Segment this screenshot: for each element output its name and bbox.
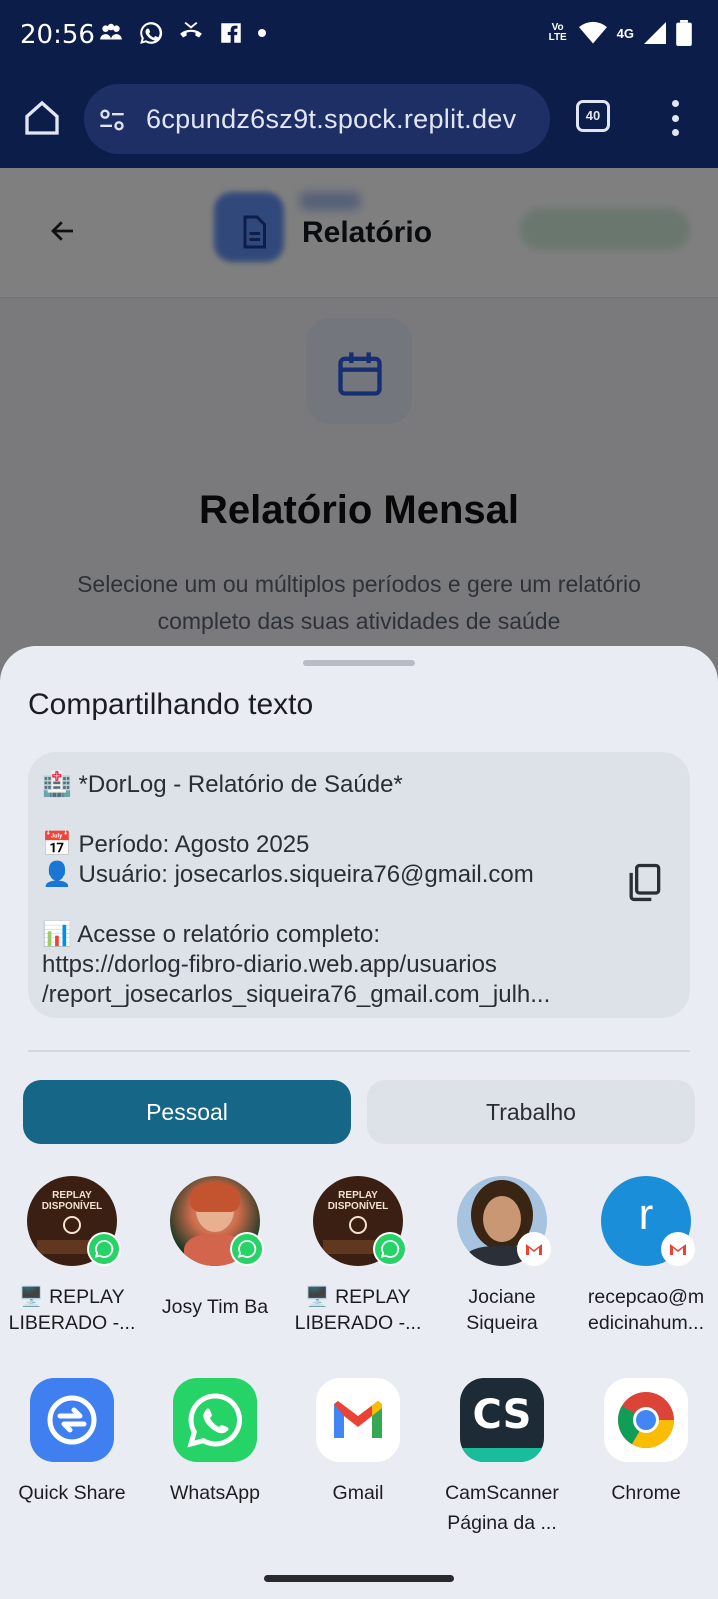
browser-toolbar: 6cpundz6sz9t.spock.replit.dev 40 (0, 70, 718, 168)
whatsapp-icon (140, 22, 163, 44)
app-name-line2: Página da ... (447, 1512, 557, 1534)
site-settings-icon[interactable] (98, 106, 126, 134)
facebook-icon (221, 23, 241, 43)
home-icon[interactable] (22, 98, 62, 138)
notification-icons (98, 20, 266, 46)
target-name: 🖥️ REPLAY (305, 1286, 411, 1308)
preview-line: https://dorlog-fibro-diario.web.app/usua… (42, 951, 497, 978)
gesture-navigation-bar[interactable] (264, 1575, 454, 1582)
tab-personal[interactable]: Pessoal (23, 1080, 351, 1144)
camscanner-logo-text: CS (472, 1392, 532, 1438)
play-icon (349, 1216, 367, 1234)
target-name: Jociane (468, 1286, 536, 1308)
status-time: 20:56 (20, 20, 95, 50)
share-sheet: Compartilhando texto 🏥 *DorLog - Relatór… (0, 646, 718, 1599)
browser-menu-icon[interactable] (664, 100, 686, 136)
address-bar[interactable]: 6cpundz6sz9t.spock.replit.dev (84, 84, 550, 154)
drag-handle[interactable] (303, 660, 415, 666)
whatsapp-icon (173, 1378, 257, 1462)
shared-text-preview: 🏥 *DorLog - Relatório de Saúde* 📅 Períod… (28, 752, 690, 1018)
target-name: recepcao@m (587, 1286, 705, 1308)
group-icon (100, 23, 122, 40)
target-name-line2: Siqueira (466, 1312, 538, 1334)
gmail-icon (316, 1378, 400, 1462)
quick-share-icon (30, 1378, 114, 1462)
more-notifications-dot (258, 29, 266, 37)
target-name: Josy Tim Ba (161, 1296, 269, 1318)
avatar-text: REPLAY DISPONÍVEL (327, 1190, 389, 1212)
preview-line: 🏥 *DorLog - Relatório de Saúde* (42, 771, 403, 798)
system-icons: Vo LTE 4G (547, 20, 692, 46)
status-bar: 20:56 Vo LTE 4G (0, 0, 718, 70)
gmail-badge-icon (661, 1232, 695, 1266)
preview-line: /report_josecarlos_siqueira76_gmail.com_… (42, 981, 551, 1008)
avatar-text: REPLAY DISPONÍVEL (41, 1190, 103, 1212)
share-sheet-title: Compartilhando texto (28, 688, 314, 721)
app-name: Quick Share (18, 1482, 126, 1504)
app-name: Chrome (611, 1482, 681, 1504)
preview-line: 📅 Período: Agosto 2025 (42, 831, 310, 858)
preview-line: 👤 Usuário: josecarlos.siqueira76@gmail.c… (42, 861, 534, 888)
copy-icon[interactable] (622, 860, 666, 904)
app-name: Gmail (332, 1482, 384, 1504)
whatsapp-badge-icon (373, 1232, 407, 1266)
chrome-icon (604, 1378, 688, 1462)
target-name-line2: LIBERADO -... (8, 1312, 136, 1334)
tab-work[interactable]: Trabalho (367, 1080, 695, 1144)
preview-line: 📊 Acesse o relatório completo: (42, 921, 381, 948)
target-name-line2: LIBERADO -... (294, 1312, 422, 1334)
volte-indicator: Vo LTE (548, 22, 567, 43)
gmail-badge-icon (517, 1232, 551, 1266)
battery-icon (676, 20, 692, 46)
app-name: WhatsApp (170, 1482, 260, 1504)
whatsapp-badge-icon (87, 1232, 121, 1266)
play-icon (63, 1216, 81, 1234)
missed-call-icon (180, 21, 202, 38)
camscanner-icon: CS (460, 1378, 544, 1462)
app-name: CamScanner (445, 1482, 559, 1504)
target-name: 🖥️ REPLAY (19, 1286, 125, 1308)
network-type: 4G (616, 25, 634, 41)
divider (28, 1050, 690, 1052)
url-text[interactable]: 6cpundz6sz9t.spock.replit.dev (146, 104, 544, 135)
target-name-line2: edicinahum... (588, 1312, 704, 1334)
signal-icon (644, 22, 666, 44)
whatsapp-badge-icon (230, 1232, 264, 1266)
wifi-icon (578, 21, 607, 44)
tab-switcher-button[interactable]: 40 (576, 100, 610, 132)
